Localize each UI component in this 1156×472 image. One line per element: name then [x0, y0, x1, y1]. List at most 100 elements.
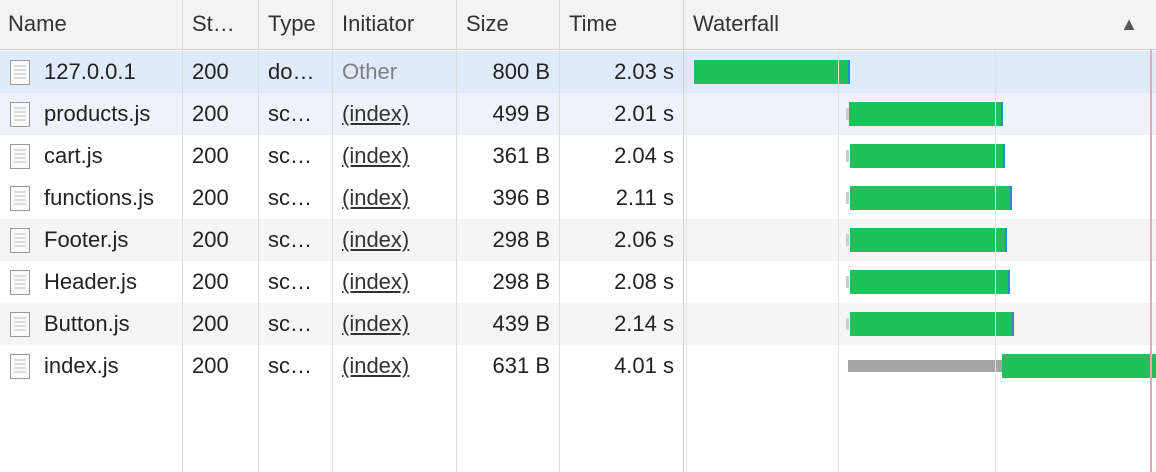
waterfall-receive-bar	[850, 270, 1008, 294]
request-name[interactable]: cart.js	[44, 135, 180, 177]
request-type: do…	[268, 59, 315, 84]
waterfall-receive-bar	[850, 144, 1003, 168]
waterfall-load-event-marker	[1150, 50, 1152, 472]
table-row[interactable]: Footer.js 200 sc… (index) 298 B 2.06 s	[0, 219, 1156, 261]
request-type: sc…	[268, 311, 312, 336]
waterfall-waiting-bar	[848, 360, 1002, 372]
request-initiator-link[interactable]: (index)	[342, 177, 414, 219]
request-size: 298 B	[492, 269, 551, 294]
request-size: 800 B	[492, 59, 551, 84]
waterfall-gridline	[686, 50, 687, 472]
document-file-icon	[10, 144, 30, 169]
request-type: sc…	[268, 227, 312, 252]
column-header-status[interactable]: St…	[192, 0, 254, 50]
request-time: 2.04 s	[614, 143, 674, 168]
request-name[interactable]: 127.0.0.1	[44, 51, 180, 93]
request-size: 396 B	[492, 185, 551, 210]
request-status: 200	[192, 185, 229, 210]
table-row[interactable]: Header.js 200 sc… (index) 298 B 2.08 s	[0, 261, 1156, 303]
request-name[interactable]: products.js	[44, 93, 180, 135]
waterfall-bar-edge	[1001, 102, 1003, 126]
waterfall-queue-tick	[846, 276, 849, 288]
table-row[interactable]: products.js 200 sc… (index) 499 B 2.01 s	[0, 93, 1156, 135]
request-name[interactable]: index.js	[44, 345, 180, 387]
document-file-icon	[10, 354, 30, 379]
waterfall-receive-bar	[850, 186, 1010, 210]
request-status: 200	[192, 311, 229, 336]
table-row[interactable]: cart.js 200 sc… (index) 361 B 2.04 s	[0, 135, 1156, 177]
waterfall-receive-bar	[850, 312, 1012, 336]
request-type: sc…	[268, 353, 312, 378]
column-divider[interactable]	[182, 0, 183, 472]
column-header-name[interactable]: Name	[8, 0, 178, 50]
document-file-icon	[10, 102, 30, 127]
request-size: 439 B	[492, 311, 551, 336]
waterfall-gridline	[838, 50, 839, 472]
request-name[interactable]: Button.js	[44, 303, 180, 345]
column-divider[interactable]	[559, 0, 560, 472]
column-header-initiator[interactable]: Initiator	[342, 0, 452, 50]
request-time: 2.03 s	[614, 59, 674, 84]
request-name[interactable]: functions.js	[44, 177, 180, 219]
request-initiator-link[interactable]: (index)	[342, 261, 414, 303]
network-requests-table: Name St… Type Initiator Size Time Waterf…	[0, 0, 1156, 472]
request-initiator-link[interactable]: (index)	[342, 93, 414, 135]
request-size: 631 B	[492, 353, 551, 378]
column-header-type[interactable]: Type	[268, 0, 330, 50]
sort-ascending-icon[interactable]: ▲	[1120, 0, 1138, 50]
request-initiator-link[interactable]: (index)	[342, 135, 414, 177]
document-file-icon	[10, 270, 30, 295]
document-file-icon	[10, 60, 30, 85]
waterfall-queue-tick	[846, 234, 849, 246]
table-row[interactable]: Button.js 200 sc… (index) 439 B 2.14 s	[0, 303, 1156, 345]
request-initiator-link[interactable]: (index)	[342, 345, 414, 387]
waterfall-queue-tick	[846, 192, 849, 204]
waterfall-receive-bar	[1002, 354, 1156, 378]
request-type: sc…	[268, 101, 312, 126]
column-divider[interactable]	[332, 0, 333, 472]
waterfall-queue-tick	[846, 318, 849, 330]
column-header-size[interactable]: Size	[466, 0, 556, 50]
request-time: 2.14 s	[614, 311, 674, 336]
request-status: 200	[192, 227, 229, 252]
waterfall-receive-bar	[694, 60, 848, 84]
waterfall-bar-edge	[848, 60, 850, 84]
request-type: sc…	[268, 269, 312, 294]
document-file-icon	[10, 312, 30, 337]
request-status: 200	[192, 101, 229, 126]
request-initiator: Other	[342, 59, 398, 84]
waterfall-bar-edge	[1003, 144, 1005, 168]
waterfall-bar-edge	[1005, 228, 1007, 252]
table-row[interactable]: functions.js 200 sc… (index) 396 B 2.11 …	[0, 177, 1156, 219]
column-header-waterfall[interactable]: Waterfall	[693, 0, 993, 50]
waterfall-queue-tick	[846, 150, 849, 162]
request-time: 2.08 s	[614, 269, 674, 294]
waterfall-receive-bar	[849, 102, 1001, 126]
request-time: 4.01 s	[614, 353, 674, 378]
table-row[interactable]: 127.0.0.1 200 do… Other 800 B 2.03 s	[0, 51, 1156, 93]
request-time: 2.11 s	[615, 185, 674, 210]
column-divider[interactable]	[456, 0, 457, 472]
request-initiator-link[interactable]: (index)	[342, 219, 414, 261]
table-header: Name St… Type Initiator Size Time Waterf…	[0, 0, 1156, 50]
document-file-icon	[10, 228, 30, 253]
waterfall-bar-edge	[1010, 186, 1012, 210]
waterfall-bar-edge	[1012, 312, 1014, 336]
request-initiator-link[interactable]: (index)	[342, 303, 414, 345]
column-divider[interactable]	[258, 0, 259, 472]
request-status: 200	[192, 143, 229, 168]
request-size: 499 B	[492, 101, 551, 126]
column-header-time[interactable]: Time	[569, 0, 679, 50]
column-divider[interactable]	[683, 0, 684, 472]
request-status: 200	[192, 59, 229, 84]
request-type: sc…	[268, 143, 312, 168]
request-name[interactable]: Footer.js	[44, 219, 180, 261]
request-size: 298 B	[492, 227, 551, 252]
request-status: 200	[192, 353, 229, 378]
request-type: sc…	[268, 185, 312, 210]
waterfall-bar-edge	[1008, 270, 1010, 294]
request-time: 2.01 s	[614, 101, 674, 126]
table-row[interactable]: index.js 200 sc… (index) 631 B 4.01 s	[0, 345, 1156, 387]
request-name[interactable]: Header.js	[44, 261, 180, 303]
waterfall-receive-bar	[850, 228, 1005, 252]
